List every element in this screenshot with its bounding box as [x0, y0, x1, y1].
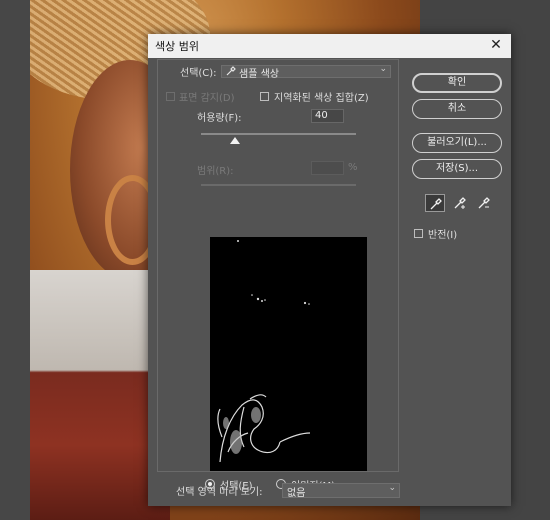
fuzziness-input[interactable]: 40: [311, 109, 344, 123]
load-button[interactable]: 불러오기(L)...: [412, 133, 502, 153]
color-range-dialog: 색상 범위 ✕ 선택(C): 샘플 색상 ⌄ 표면 감지(D) 지역화된 색상 …: [148, 34, 511, 506]
options-group: 선택(C): 샘플 색상 ⌄ 표면 감지(D) 지역화된 색상 집합(Z) 허용…: [157, 59, 399, 492]
eyedropper-icon: [430, 198, 442, 210]
save-button[interactable]: 저장(S)...: [412, 159, 502, 179]
selection-mask-image: [217, 240, 311, 463]
dialog-titlebar[interactable]: 색상 범위 ✕: [148, 34, 511, 58]
eyedropper-tool[interactable]: [425, 194, 445, 212]
selection-preview-label: 선택 영역 미리 보기:: [176, 487, 263, 498]
eyedropper-icon: [226, 66, 236, 79]
chevron-down-icon: ⌄: [388, 483, 396, 493]
select-value: 샘플 색상: [239, 69, 279, 80]
dialog-title: 색상 범위: [155, 40, 199, 53]
close-button[interactable]: ✕: [487, 36, 505, 54]
range-unit: %: [348, 162, 358, 173]
eyedropper-plus-icon: [454, 197, 466, 209]
range-input: [311, 161, 344, 175]
selection-preview-dropdown[interactable]: 없음 ⌄: [282, 483, 400, 499]
eyedropper-minus-tool[interactable]: [474, 194, 494, 212]
range-slider-track: [201, 184, 356, 186]
detect-faces-checkbox[interactable]: [166, 92, 175, 101]
select-label: 선택(C):: [180, 68, 217, 79]
ok-button[interactable]: 확인: [412, 73, 502, 93]
workspace-left: [0, 0, 30, 520]
selection-preview-value: 없음: [287, 488, 306, 499]
select-dropdown[interactable]: 샘플 색상 ⌄: [221, 64, 391, 80]
eyedropper-minus-icon: [478, 197, 490, 209]
range-label: 범위(R):: [197, 166, 234, 177]
localized-clusters-checkbox[interactable]: [260, 92, 269, 101]
chevron-down-icon: ⌄: [379, 64, 387, 74]
selection-preview[interactable]: [210, 237, 367, 471]
fuzziness-slider-thumb[interactable]: [230, 137, 241, 144]
fuzziness-label: 허용량(F):: [197, 113, 242, 124]
detect-faces-label: 표면 감지(D): [179, 93, 235, 104]
eyedropper-plus-tool[interactable]: [450, 194, 470, 212]
invert-checkbox[interactable]: [414, 229, 423, 238]
localized-clusters-label: 지역화된 색상 집합(Z): [274, 93, 369, 104]
fuzziness-slider-track[interactable]: [201, 133, 356, 135]
invert-label: 반전(I): [428, 230, 458, 241]
cancel-button[interactable]: 취소: [412, 99, 502, 119]
